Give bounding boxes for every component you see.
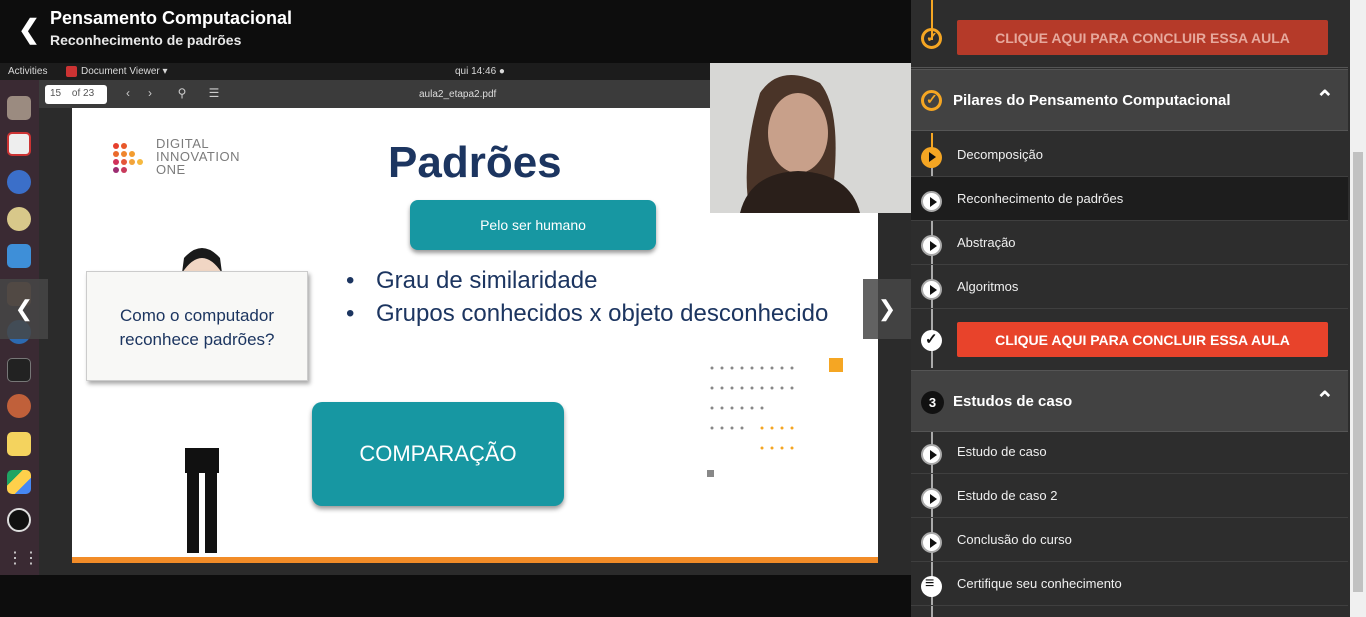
lesson-item-abstracao[interactable]: Abstração <box>911 221 1348 265</box>
slide-footer-bar <box>72 557 878 563</box>
lesson-item-certifique[interactable]: Certifique seu conhecimento <box>911 562 1348 606</box>
play-icon <box>921 488 942 509</box>
play-icon <box>921 191 942 212</box>
text-editor-icon <box>7 432 31 456</box>
sidebar-scrollbar[interactable] <box>1350 0 1366 617</box>
lesson-item-conclusao[interactable]: Conclusão do curso <box>911 518 1348 562</box>
digital-innovation-one-logo <box>113 143 143 173</box>
writer-icon <box>7 244 31 268</box>
logo-text: DIGITAL INNOVATION ONE <box>156 137 266 176</box>
player-bottom-bar <box>0 575 911 617</box>
files-icon <box>7 96 31 120</box>
section-title: Estudos de caso <box>953 393 1073 410</box>
section-progress-icon <box>921 90 942 111</box>
board-line-2: reconhece padrões? <box>119 330 275 349</box>
video-player[interactable]: Activities Document Viewer ▾ qui 14:46 ●… <box>0 63 911 575</box>
play-icon <box>921 444 942 465</box>
complete-lesson-button[interactable]: CLIQUE AQUI PARA CONCLUIR ESSA AULA <box>957 322 1328 357</box>
activities-label: Activities <box>8 66 48 77</box>
webcam-overlay <box>710 63 911 213</box>
obs-icon <box>7 508 31 532</box>
lesson-label: Abstração <box>957 235 1016 250</box>
current-play-icon <box>921 147 942 168</box>
slide-title: Padrões <box>388 138 562 187</box>
lesson-label: Reconhecimento de padrões <box>957 191 1124 206</box>
lesson-label: Conclusão do curso <box>957 532 1072 547</box>
section-title: Pilares do Pensamento Computacional <box>953 92 1231 109</box>
lesson-item-reconhecimento[interactable]: Reconhecimento de padrões <box>911 177 1348 221</box>
desktop-clock: qui 14:46 ● <box>455 66 505 77</box>
lesson-label: Decomposição <box>957 147 1043 162</box>
section-pilares[interactable]: Pilares do Pensamento Computacional ⌃ <box>911 69 1348 131</box>
section-estudos-de-caso[interactable]: 3 Estudos de caso ⌃ <box>911 370 1348 432</box>
play-icon <box>921 235 942 256</box>
lesson-label: Algoritmos <box>957 279 1019 294</box>
board-line-1: Como o computador <box>119 306 275 325</box>
play-icon <box>921 532 942 553</box>
settings-icon <box>7 394 31 418</box>
page-current: 15 <box>50 88 62 99</box>
mail-icon <box>7 170 31 194</box>
file-name: aula2_etapa2.pdf <box>419 89 497 100</box>
bullet-list: Grau de similaridade Grupos conhecidos x… <box>346 264 828 330</box>
complete-lesson-row: CLIQUE AQUI PARA CONCLUIR ESSA AULA <box>911 0 1348 68</box>
lesson-item-estudo-de-caso[interactable]: Estudo de caso <box>911 430 1348 474</box>
complete-lesson-row: CLIQUE AQUI PARA CONCLUIR ESSA AULA <box>911 309 1348 371</box>
back-arrow-icon[interactable]: ❮ <box>14 14 44 44</box>
chevron-up-icon[interactable]: ⌃ <box>1316 387 1334 413</box>
player-header: ❮ Pensamento Computacional Reconheciment… <box>0 0 911 63</box>
complete-lesson-button[interactable]: CLIQUE AQUI PARA CONCLUIR ESSA AULA <box>957 20 1328 55</box>
completed-check-icon <box>921 28 942 49</box>
page-total: of 23 <box>71 88 95 99</box>
chevron-up-icon[interactable]: ⌃ <box>1316 86 1334 112</box>
app-menu-label: Document Viewer ▾ <box>81 66 168 77</box>
lesson-item-decomposicao[interactable]: Decomposição <box>911 133 1348 177</box>
course-sidebar: CLIQUE AQUI PARA CONCLUIR ESSA AULA Pila… <box>911 0 1350 617</box>
comparison-box: COMPARAÇÃO <box>312 402 564 506</box>
course-title: Pensamento Computacional <box>50 8 293 28</box>
question-board: Como o computador reconhece padrões? <box>86 271 308 381</box>
lesson-label: Estudo de caso <box>957 444 1047 459</box>
page-number-field[interactable]: 15 of 23 <box>45 85 107 104</box>
menu-icon[interactable]: ☰ <box>205 86 223 102</box>
app-grid-icon: ⋮⋮ <box>7 550 39 567</box>
logo-line-3: ONE <box>156 162 186 177</box>
quiz-list-icon <box>921 575 942 597</box>
prev-page-icon[interactable]: ‹ <box>119 86 137 102</box>
bullet-item: Grupos conhecidos x objeto desconhecido <box>346 297 828 330</box>
document-viewer-icon <box>66 66 77 77</box>
lesson-title: Reconhecimento de padrões <box>50 32 242 48</box>
dot-pattern-decoration <box>707 358 843 477</box>
drive-icon <box>7 470 31 494</box>
lesson-item-algoritmos[interactable]: Algoritmos <box>911 265 1348 309</box>
lesson-label: Certifique seu conhecimento <box>957 576 1122 591</box>
section-number: 3 <box>921 391 944 414</box>
search-icon[interactable]: ⚲ <box>173 86 191 102</box>
next-page-icon[interactable]: › <box>141 86 159 102</box>
lesson-label: Estudo de caso 2 <box>957 488 1058 503</box>
music-icon <box>7 207 31 231</box>
check-icon <box>921 330 942 351</box>
play-icon <box>921 279 942 300</box>
terminal-icon <box>7 358 31 382</box>
scrollbar-thumb[interactable] <box>1353 152 1363 592</box>
speech-bubble: Pelo ser humano <box>410 200 656 250</box>
bullet-item: Grau de similaridade <box>346 264 828 297</box>
previous-slide-arrow-icon[interactable]: ❮ <box>0 279 48 339</box>
presenter-video <box>710 63 911 213</box>
lesson-item-estudo-de-caso-2[interactable]: Estudo de caso 2 <box>911 474 1348 518</box>
browser-icon <box>7 132 31 156</box>
next-slide-arrow-icon[interactable]: ❯ <box>863 279 911 339</box>
